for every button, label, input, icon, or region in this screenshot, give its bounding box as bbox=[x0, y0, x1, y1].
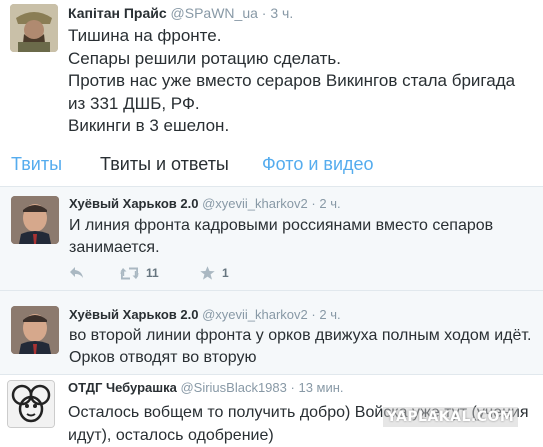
author-name[interactable]: Хуёвый Харьков 2.0 bbox=[69, 196, 198, 211]
avatar[interactable] bbox=[10, 4, 58, 52]
separator: · bbox=[290, 380, 295, 395]
tweet-header: Капітан Прайс @SPaWN_ua · 3 ч. bbox=[68, 5, 293, 21]
avatar[interactable] bbox=[7, 380, 55, 428]
tweet-header: Хуёвый Харьков 2.0 @xyevii_kharkov2 · 2 … bbox=[69, 196, 341, 211]
separator: · bbox=[261, 5, 267, 21]
author-name[interactable]: Хуёвый Харьков 2.0 bbox=[69, 307, 198, 322]
tweet-line: Викинги в 3 ешелон. bbox=[68, 116, 230, 135]
tweet-line: Сепары решили ротацию сделать. bbox=[68, 48, 341, 68]
author-handle[interactable]: @xyevii_kharkov2 bbox=[202, 196, 308, 211]
tweet-header: ОТДГ Чебурашка @SiriusBlack1983 · 13 мин… bbox=[68, 380, 344, 395]
separator: · bbox=[311, 196, 316, 211]
timestamp[interactable]: 2 ч. bbox=[319, 307, 340, 322]
timestamp[interactable]: 2 ч. bbox=[319, 196, 340, 211]
watermark: YAPLAKAL.COM bbox=[383, 407, 518, 427]
tab-tweets[interactable]: Твиты bbox=[11, 154, 62, 175]
separator: · bbox=[311, 307, 316, 322]
retweet-button[interactable]: 11 bbox=[120, 266, 159, 280]
tweet-text: во второй линии фронта у орков движуха п… bbox=[69, 327, 532, 366]
tweet-line: Тишина на фронте. bbox=[68, 26, 222, 45]
tweet-item[interactable]: Капітан Прайс @SPaWN_ua · 3 ч. Тишина на… bbox=[0, 0, 543, 140]
favorite-count: 1 bbox=[222, 266, 229, 280]
star-icon bbox=[200, 266, 215, 280]
tab-tweets-and-replies[interactable]: Твиты и ответы bbox=[100, 154, 229, 175]
tweet-header: Хуёвый Харьков 2.0 @xyevii_kharkov2 · 2 … bbox=[69, 307, 341, 322]
author-handle[interactable]: @SiriusBlack1983 bbox=[180, 380, 286, 395]
tweet-line: Против нас уже вместо сераров Викингов с… bbox=[68, 71, 516, 113]
profile-tabs: Твиты Твиты и ответы Фото и видео bbox=[0, 140, 543, 187]
author-handle[interactable]: @SPaWN_ua bbox=[171, 5, 258, 21]
retweet-icon bbox=[120, 267, 139, 279]
favorite-button[interactable]: 1 bbox=[200, 266, 229, 280]
author-handle[interactable]: @xyevii_kharkov2 bbox=[202, 307, 308, 322]
author-name[interactable]: Капітан Прайс bbox=[68, 5, 167, 21]
tweet-text: Тишина на фронте. Сепары решили ротацию … bbox=[68, 25, 536, 138]
retweet-count: 11 bbox=[146, 266, 159, 280]
tab-photos-videos[interactable]: Фото и видео bbox=[262, 154, 374, 175]
timestamp[interactable]: 3 ч. bbox=[270, 5, 293, 21]
tweet-item[interactable]: Хуёвый Харьков 2.0 @xyevii_kharkov2 · 2 … bbox=[0, 291, 543, 375]
timestamp[interactable]: 13 мин. bbox=[298, 380, 343, 395]
author-name[interactable]: ОТДГ Чебурашка bbox=[68, 380, 177, 395]
tweet-actions: 11 1 bbox=[69, 266, 369, 284]
avatar[interactable] bbox=[11, 306, 59, 354]
reply-button[interactable] bbox=[69, 266, 84, 279]
tweet-item[interactable]: Хуёвый Харьков 2.0 @xyevii_kharkov2 · 2 … bbox=[0, 187, 543, 291]
avatar[interactable] bbox=[11, 196, 59, 244]
tweet-text: И линия фронта кадровыми россиянами вмес… bbox=[69, 217, 494, 256]
reply-icon bbox=[70, 267, 83, 278]
